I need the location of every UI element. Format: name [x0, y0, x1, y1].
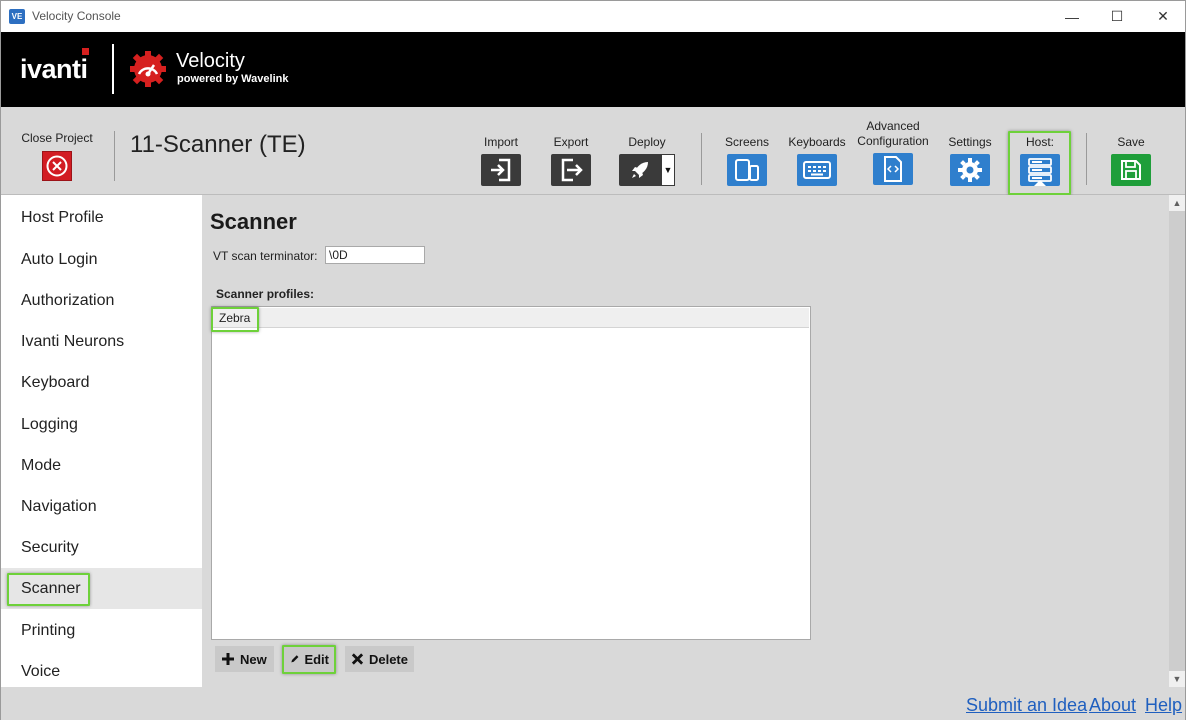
screens-button[interactable]: Screens — [723, 135, 771, 186]
close-icon: ✕ — [1157, 8, 1169, 24]
delete-button[interactable]: Delete — [345, 646, 414, 672]
export-icon — [551, 154, 591, 186]
minimize-button[interactable]: — — [1049, 1, 1095, 32]
sidebar-item-host-profile[interactable]: Host Profile — [1, 197, 202, 238]
floppy-disk-icon — [1111, 154, 1151, 186]
scanner-profiles-label: Scanner profiles: — [216, 287, 315, 301]
toolbar-divider — [1086, 133, 1087, 185]
delete-label: Delete — [368, 651, 408, 667]
toolbar-divider — [701, 133, 702, 185]
save-button[interactable]: Save — [1109, 135, 1153, 186]
submit-idea-link[interactable]: Submit an Idea — [966, 695, 1087, 716]
scroll-up-icon[interactable]: ▲ — [1169, 195, 1185, 211]
velocity-gear-icon — [130, 51, 166, 87]
sidebar-item-navigation[interactable]: Navigation — [1, 486, 202, 527]
keyboard-icon — [797, 154, 837, 186]
new-button[interactable]: New — [215, 646, 274, 672]
configuration-label: Configuration — [857, 134, 929, 148]
gear-icon — [950, 154, 990, 186]
vertical-scrollbar[interactable]: ▲ ▼ — [1169, 195, 1185, 687]
delete-x-icon — [351, 653, 364, 665]
help-link[interactable]: Help — [1145, 695, 1182, 716]
maximize-icon: ☐ — [1110, 8, 1124, 24]
vt-scan-terminator-input[interactable] — [325, 246, 425, 264]
settings-label: Settings — [948, 135, 992, 149]
import-button[interactable]: Import — [479, 135, 523, 186]
deploy-button[interactable]: Deploy ▼ — [619, 135, 675, 186]
deploy-label: Deploy — [628, 135, 666, 149]
sidebar-item-security[interactable]: Security — [1, 527, 202, 568]
close-project-button[interactable]: Close Project — [15, 131, 99, 181]
screens-label: Screens — [724, 135, 770, 149]
rocket-icon — [619, 154, 661, 186]
advanced-configuration-button[interactable]: Advanced Configuration — [853, 119, 933, 185]
app-window: VE Velocity Console — ☐ ✕ ivanti Velocit… — [0, 0, 1186, 720]
sidebar-item-auto-login[interactable]: Auto Login — [1, 239, 202, 280]
page-title: Scanner — [210, 209, 297, 234]
toolbar: Close Project 11-Scanner (TE) Import Exp… — [1, 107, 1185, 195]
save-label: Save — [1117, 135, 1145, 149]
maximize-button[interactable]: ☐ — [1094, 1, 1140, 32]
about-link[interactable]: About — [1089, 695, 1136, 716]
minimize-icon: — — [1065, 8, 1079, 25]
zebra-highlight — [211, 307, 259, 332]
host-highlight — [1008, 131, 1071, 195]
project-title: 11-Scanner (TE) — [130, 131, 306, 158]
logo-accent-mark — [82, 48, 89, 55]
window-title: Velocity Console — [32, 9, 121, 23]
close-project-label: Close Project — [21, 131, 93, 145]
export-button[interactable]: Export — [549, 135, 593, 186]
settings-button[interactable]: Settings — [946, 135, 994, 186]
sidebar-item-printing[interactable]: Printing — [1, 610, 202, 651]
scanner-highlight — [7, 573, 90, 606]
sidebar-item-mode[interactable]: Mode — [1, 445, 202, 486]
close-window-button[interactable]: ✕ — [1140, 1, 1186, 32]
advanced-label: Advanced — [866, 119, 920, 133]
toolbar-divider — [114, 131, 115, 181]
scanner-profiles-list[interactable]: Zebra — [211, 306, 811, 640]
keyboards-button[interactable]: Keyboards — [787, 135, 847, 186]
export-label: Export — [553, 135, 589, 149]
import-icon — [481, 154, 521, 186]
title-bar: VE Velocity Console — ☐ ✕ — [1, 1, 1185, 32]
sidebar-item-authorization[interactable]: Authorization — [1, 280, 202, 321]
scroll-down-icon[interactable]: ▼ — [1169, 671, 1185, 687]
scrollbar-thumb[interactable] — [1169, 211, 1185, 671]
code-file-icon — [873, 153, 913, 185]
sidebar-item-ivanti-neurons[interactable]: Ivanti Neurons — [1, 321, 202, 362]
sidebar-item-voice[interactable]: Voice — [1, 651, 202, 692]
footer: Submit an Idea About Help — [1, 687, 1185, 720]
product-tagline: powered by Wavelink — [177, 73, 289, 85]
sidebar: Host Profile Auto Login Authorization Iv… — [1, 195, 202, 687]
sidebar-item-logging[interactable]: Logging — [1, 404, 202, 445]
brand-banner: ivanti Velocity powered by Wavelink — [1, 32, 1185, 107]
ivanti-logo: ivanti — [20, 48, 89, 85]
product-name: Velocity — [176, 50, 245, 72]
deploy-dropdown-arrow[interactable]: ▼ — [661, 154, 675, 186]
plus-icon — [222, 653, 234, 665]
new-label: New — [240, 651, 267, 667]
app-icon: VE — [9, 9, 25, 24]
devices-icon — [727, 154, 767, 186]
edit-highlight — [282, 645, 336, 674]
import-label: Import — [483, 135, 518, 149]
main-panel: Scanner VT scan terminator: Scanner prof… — [202, 195, 1169, 687]
banner-divider — [112, 44, 114, 94]
close-circle-icon — [42, 151, 72, 181]
brand-name: ivanti — [20, 54, 88, 84]
deploy-split-button: ▼ — [619, 154, 675, 186]
sidebar-item-keyboard[interactable]: Keyboard — [1, 362, 202, 403]
vt-scan-terminator-label: VT scan terminator: — [213, 249, 318, 263]
list-item[interactable]: Zebra — [213, 308, 809, 328]
keyboards-label: Keyboards — [788, 135, 846, 149]
